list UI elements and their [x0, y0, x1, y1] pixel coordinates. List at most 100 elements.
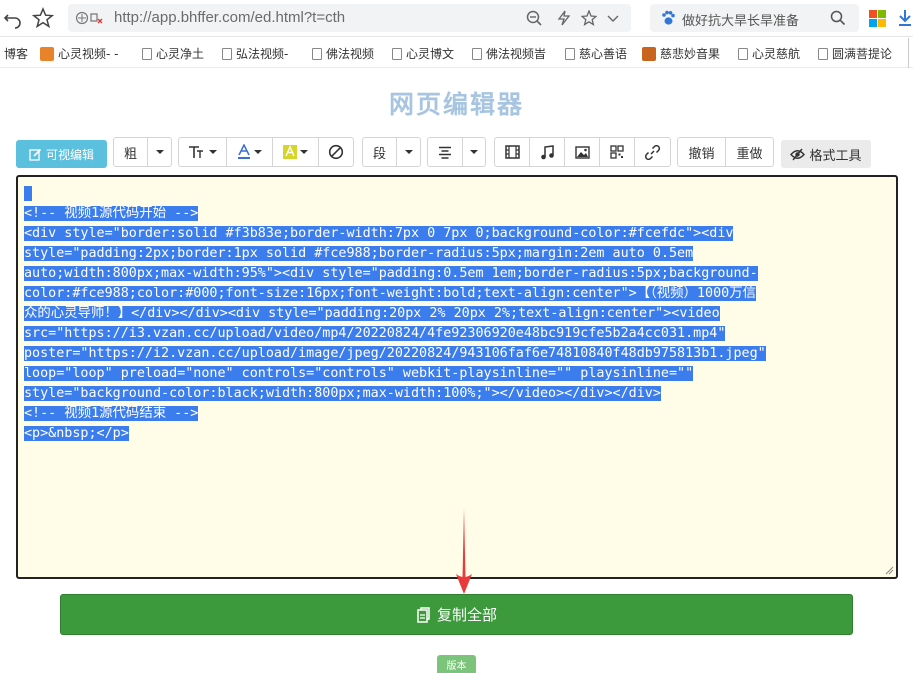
visual-edit-button[interactable]: 可视编辑 [16, 140, 107, 168]
url-field[interactable]: http://app.bhffer.com/ed.html?t=cth [68, 4, 631, 32]
align-dropdown[interactable] [463, 138, 485, 166]
highlight-color-button[interactable] [273, 138, 319, 166]
bookmark-overflow-divider [908, 38, 913, 68]
doc-icon [392, 47, 402, 60]
align-group [427, 137, 486, 167]
bookmark-label: 心灵视频- - [58, 47, 119, 61]
code-content: <!-- 视频1源代码开始 --> <div style="border:sol… [24, 184, 890, 444]
search-text: 做好抗大旱长旱准备 [682, 14, 800, 29]
bookmark-item[interactable]: 心灵博文 [392, 45, 454, 62]
font-color-button[interactable] [227, 138, 273, 166]
eye-slash-icon [790, 148, 806, 160]
code-line-text: <!-- 视频1源代码结束 --> [24, 406, 199, 421]
security-shield-icon[interactable] [76, 11, 104, 25]
doc-icon [565, 47, 575, 60]
code-line-text: 众的心灵导师！】</div></div><div style="padding:… [24, 306, 720, 321]
undo-button[interactable]: 撤销 [678, 138, 726, 166]
bookmark-label: 佛法视频 [326, 47, 375, 61]
code-line: style="background-color:black;width:800p… [24, 384, 890, 404]
search-box[interactable]: 做好抗大旱长旱准备 [650, 4, 859, 32]
caret-down-icon [209, 150, 217, 154]
star-icon[interactable] [581, 10, 597, 26]
code-line: src="https://i3.vzan.cc/upload/video/mp4… [24, 324, 890, 344]
doc-icon [222, 47, 232, 60]
bookmark-label: 心灵慈航 [752, 47, 801, 61]
version-label: 版本 [446, 660, 467, 672]
bookmark-label: 佛法视频旹 [486, 47, 547, 61]
paragraph-button[interactable]: 段 [363, 138, 397, 166]
redo-button[interactable]: 重做 [726, 138, 773, 166]
code-line-text: style="padding:2px;border:1px solid #fce… [24, 246, 694, 261]
bookmark-item[interactable]: 心灵视频- - [40, 45, 118, 62]
orange-favicon-icon [40, 46, 54, 61]
selection-caret [24, 186, 33, 201]
font-group [178, 137, 354, 167]
bold-button[interactable]: 粗 [114, 138, 148, 166]
paw-icon [662, 10, 675, 25]
paragraph-group: 段 [362, 137, 421, 167]
bookmark-item[interactable]: 圆满菩提论 [818, 45, 892, 62]
download-icon[interactable] [897, 9, 913, 27]
insert-qrcode-button[interactable] [600, 138, 635, 166]
doc-icon [472, 47, 482, 60]
caret-down-icon [254, 150, 262, 154]
visual-edit-label: 可视编辑 [45, 147, 94, 162]
url-text: http://app.bhffer.com/ed.html?t=cth [114, 9, 346, 26]
code-line-text: color:#fce988;color:#000;font-size:16px;… [24, 286, 756, 301]
font-size-button[interactable] [179, 138, 227, 166]
caret-down-icon [300, 150, 308, 154]
code-line: 众的心灵导师！】</div></div><div style="padding:… [24, 304, 890, 324]
undo-label: 撤销 [688, 146, 715, 162]
favorite-star-icon[interactable] [32, 7, 54, 29]
code-line [24, 184, 890, 204]
code-line: <!-- 视频1源代码结束 --> [24, 404, 890, 424]
paragraph-label: 段 [372, 146, 386, 162]
back-icon[interactable] [2, 7, 24, 29]
bookmark-item[interactable]: 心灵净土 [142, 45, 204, 62]
bookmark-item[interactable]: 慈悲妙音果 [642, 45, 720, 62]
clear-format-button[interactable] [319, 138, 353, 166]
insert-link-button[interactable] [635, 138, 670, 166]
resize-grip-icon[interactable] [884, 565, 894, 575]
code-line: poster="https://i2.vzan.cc/upload/image/… [24, 344, 890, 364]
lightning-icon[interactable] [556, 10, 572, 26]
redo-label: 重做 [736, 146, 763, 162]
bookmark-label: 心灵博文 [406, 47, 455, 61]
code-line: auto;width:800px;max-width:95%"><div sty… [24, 264, 890, 284]
code-line-text: src="https://i3.vzan.cc/upload/video/mp4… [24, 326, 726, 341]
doc-icon [312, 47, 322, 60]
insert-image-button[interactable] [565, 138, 600, 166]
align-button[interactable] [428, 138, 463, 166]
apps-grid-icon[interactable] [869, 10, 886, 27]
bookmark-item[interactable]: 佛法视频 [312, 45, 374, 62]
copy-all-button[interactable]: 复制全部 [60, 594, 853, 635]
bookmark-label: 心灵净土 [156, 47, 205, 61]
insert-music-button[interactable] [530, 138, 565, 166]
code-line-text: poster="https://i2.vzan.cc/upload/image/… [24, 346, 766, 361]
link-icon [645, 144, 660, 160]
copy-icon [417, 606, 430, 623]
bookmark-item[interactable]: 慈心善语 [565, 45, 627, 62]
code-line: <div style="border:solid #f3b83e;border-… [24, 224, 890, 244]
bookmark-label: 慈心善语 [579, 47, 628, 61]
search-icon[interactable] [830, 10, 846, 26]
bookmark-item[interactable]: 佛法视频旹 [472, 45, 546, 62]
format-tool-button[interactable]: 格式工具 [781, 140, 871, 168]
bookmark-item[interactable]: 心灵慈航 [738, 45, 800, 62]
caret-down-icon [470, 150, 478, 154]
align-center-icon [439, 146, 451, 159]
doc-icon [738, 47, 748, 60]
format-tool-label: 格式工具 [809, 148, 862, 164]
chevron-down-icon[interactable] [606, 10, 620, 26]
version-badge[interactable]: 版本 [437, 655, 476, 673]
zoom-icon[interactable] [526, 10, 544, 26]
code-line: <p>&nbsp;</p> [24, 424, 890, 444]
bookmark-item[interactable]: 弘法视频- [222, 45, 288, 62]
bold-dropdown[interactable] [148, 138, 171, 166]
bookmark-item[interactable]: 博客 [4, 45, 28, 62]
red-arrow-icon [456, 508, 472, 594]
code-line-text: auto;width:800px;max-width:95%"><div sty… [24, 266, 758, 281]
insert-video-button[interactable] [495, 138, 530, 166]
paragraph-dropdown[interactable] [397, 138, 420, 166]
code-line-text: loop="loop" preload="none" controls="con… [24, 366, 694, 381]
